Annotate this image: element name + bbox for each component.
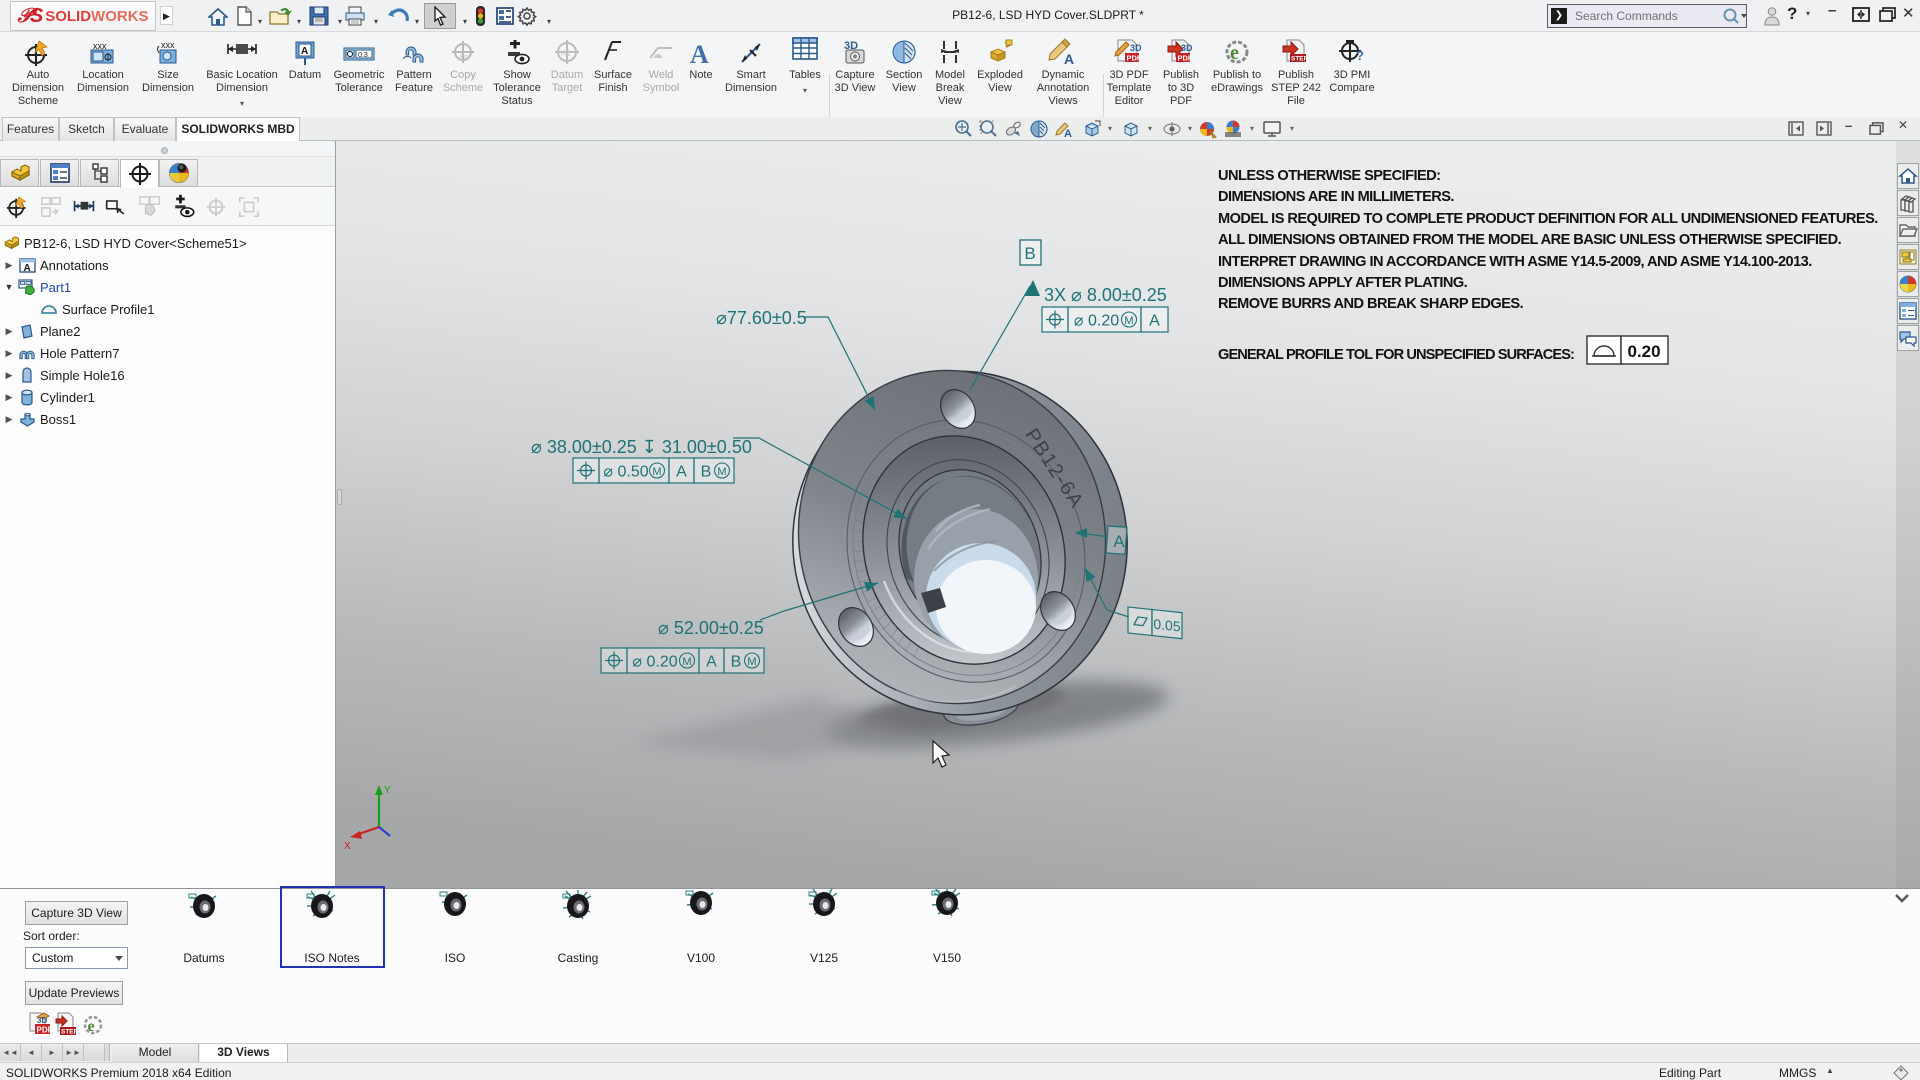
svg-text:DIMENSIONS APPLY AFTER PLATING: DIMENSIONS APPLY AFTER PLATING. <box>1218 275 1468 291</box>
svg-text:e: e <box>1230 42 1239 64</box>
svg-text:GENERAL PROFILE TOL FOR UNSPEC: GENERAL PROFILE TOL FOR UNSPECIFIED SURF… <box>1218 347 1574 363</box>
svg-text:A: A <box>301 46 308 57</box>
svg-text:DIMENSIONS ARE IN MILLIMETERS.: DIMENSIONS ARE IN MILLIMETERS. <box>1218 189 1454 205</box>
svg-text:A: A <box>1113 532 1125 551</box>
svg-text:0.05: 0.05 <box>1153 616 1180 635</box>
svg-text:?: ? <box>1356 48 1364 63</box>
svg-text:M: M <box>717 466 726 478</box>
svg-text:M: M <box>747 656 756 668</box>
svg-text:A: A <box>23 263 30 273</box>
svg-text:⌀ 0.50: ⌀ 0.50 <box>603 464 648 481</box>
svg-text:A: A <box>690 40 709 66</box>
svg-text:A1: A1 <box>561 49 571 58</box>
svg-text:⌀ 38.00±0.25 ↧ 31.00±0.50: ⌀ 38.00±0.25 ↧ 31.00±0.50 <box>531 437 752 457</box>
svg-text:B: B <box>731 654 742 671</box>
svg-text:PDF: PDF <box>1127 54 1142 63</box>
svg-text:A: A <box>1064 128 1072 139</box>
svg-text:A: A <box>1149 313 1160 330</box>
svg-text:M: M <box>652 466 661 478</box>
svg-text:B: B <box>701 464 712 481</box>
svg-text:3D: 3D <box>1181 43 1193 53</box>
svg-text:Y: Y <box>384 785 391 796</box>
svg-text:INTERPRET DRAWING IN ACCORDANC: INTERPRET DRAWING IN ACCORDANCE WITH ASM… <box>1218 254 1812 270</box>
svg-text:AT: AT <box>458 54 468 63</box>
svg-text:0.3: 0.3 <box>358 52 368 59</box>
svg-text:A: A <box>1064 51 1074 66</box>
svg-text:M: M <box>682 656 691 668</box>
svg-text:⌀77.60±0.5: ⌀77.60±0.5 <box>716 308 807 328</box>
svg-text:A: A <box>706 654 717 671</box>
svg-text:⌀ 0.20: ⌀ 0.20 <box>1074 313 1119 330</box>
svg-text:X: X <box>344 841 351 852</box>
svg-text:A: A <box>676 464 687 481</box>
svg-text:⌀ 0.20: ⌀ 0.20 <box>632 654 677 671</box>
svg-text:STEP: STEP <box>1291 56 1309 63</box>
svg-text:REMOVE BURRS AND BREAK SHARP E: REMOVE BURRS AND BREAK SHARP EDGES. <box>1218 296 1524 312</box>
svg-text:3D: 3D <box>1130 43 1142 53</box>
svg-text:ALL DIMENSIONS OBTAINED FROM T: ALL DIMENSIONS OBTAINED FROM THE MODEL A… <box>1218 232 1842 248</box>
svg-text:xxx: xxx <box>161 40 175 50</box>
svg-text:PDF: PDF <box>1178 54 1193 63</box>
svg-text:B: B <box>1024 244 1035 263</box>
svg-text:0.20: 0.20 <box>1627 342 1660 361</box>
svg-text:MODEL IS REQUIRED TO COMPLETE: MODEL IS REQUIRED TO COMPLETE PRODUCT DE… <box>1218 211 1878 227</box>
svg-text:⌀ 52.00±0.25: ⌀ 52.00±0.25 <box>658 618 764 638</box>
svg-text:M: M <box>1124 315 1133 327</box>
svg-text:UNLESS OTHERWISE SPECIFIED:: UNLESS OTHERWISE SPECIFIED: <box>1218 168 1440 184</box>
svg-text:3X ⌀ 8.00±0.25: 3X ⌀ 8.00±0.25 <box>1044 285 1167 305</box>
